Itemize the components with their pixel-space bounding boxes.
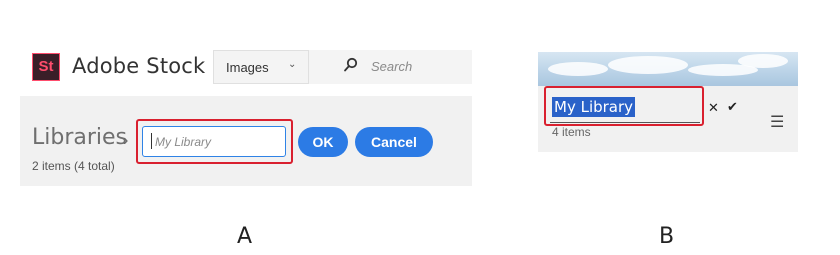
- chevron-down-icon: ⌄: [288, 59, 297, 70]
- search-input[interactable]: Search: [309, 50, 472, 84]
- brand-title: Adobe Stock: [72, 54, 206, 78]
- cancel-button[interactable]: Cancel: [355, 127, 433, 157]
- caption-a: A: [237, 224, 253, 249]
- adobe-stock-logo-icon[interactable]: St: [32, 53, 60, 81]
- check-icon[interactable]: ✔: [727, 99, 738, 115]
- menu-icon[interactable]: ☰: [770, 112, 784, 132]
- asset-type-select[interactable]: Images ⌄: [213, 50, 309, 84]
- libraries-title: Libraries: [32, 125, 128, 150]
- asset-type-value: Images: [226, 60, 269, 75]
- panel-a: St Adobe Stock Images ⌄ Search Libraries…: [20, 40, 472, 186]
- library-thumbnail: [538, 52, 798, 86]
- caption-b: B: [659, 224, 675, 249]
- libraries-count: 2 items (4 total): [32, 159, 115, 173]
- search-placeholder: Search: [371, 59, 413, 74]
- stock-header: St Adobe Stock Images ⌄ Search: [20, 40, 472, 96]
- close-icon[interactable]: ✕: [708, 100, 719, 116]
- library-item-count: 4 items: [552, 125, 591, 139]
- ok-button[interactable]: OK: [298, 127, 348, 157]
- chevron-right-icon: ›: [123, 132, 129, 149]
- search-icon: [343, 57, 359, 78]
- highlight-box-b: [544, 86, 704, 126]
- highlight-box-a: [136, 119, 293, 164]
